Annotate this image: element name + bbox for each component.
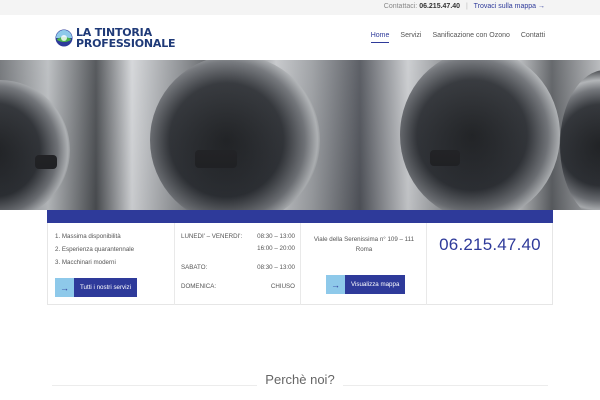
services-button[interactable]: → Tutti i nostri servizi (55, 278, 137, 297)
map-button[interactable]: → Visualizza mappa (326, 275, 406, 294)
list-item: 1. Massima disponibilità (55, 233, 121, 240)
section-title-text: Perchè noi? (257, 372, 343, 387)
hero-image (0, 60, 600, 210)
section-title: Perchè noi? (0, 372, 600, 387)
phone-number[interactable]: 06.215.47.40 (427, 235, 553, 255)
top-separator: | (466, 3, 468, 10)
nav-servizi[interactable]: Servizi (400, 32, 421, 43)
hours-row: SABATO: 08:30 – 13:00 (181, 264, 295, 276)
hours-row: DOMENICA: CHIUSO (181, 283, 295, 295)
address: Viale della Serenissima n° 109 – 111 Rom… (301, 235, 427, 255)
hours-day: SABATO: (181, 264, 208, 271)
info-address: Viale della Serenissima n° 109 – 111 Rom… (301, 223, 427, 305)
info-features: 1. Massima disponibilità 2. Esperienza q… (48, 223, 175, 305)
services-button-label: Tutti i nostri servizi (74, 278, 137, 297)
top-phone[interactable]: 06.215.47.40 (419, 3, 460, 10)
site-header: LA TINTORIA PROFESSIONALE Home Servizi S… (0, 15, 600, 60)
top-contact: Contattaci: 06.215.47.40 | Trovaci sulla… (384, 3, 545, 10)
hours-day: DOMENICA: (181, 283, 217, 290)
main-nav: Home Servizi Sanificazione con Ozono Con… (370, 32, 545, 43)
arrow-right-icon: → (55, 278, 74, 297)
hero-overlay (0, 60, 600, 210)
hours-time: 08:30 – 13:00 (257, 264, 295, 271)
top-bar: Contattaci: 06.215.47.40 | Trovaci sulla… (0, 0, 600, 15)
address-line1: Viale della Serenissima n° 109 – 111 (313, 236, 415, 243)
list-item: 2. Esperienza quarantennale (55, 246, 135, 253)
contact-label: Contattaci: (383, 3, 418, 10)
hours-row: 16:00 – 20:00 (181, 245, 295, 257)
site-logo[interactable]: LA TINTORIA PROFESSIONALE (55, 25, 185, 51)
hours-time: 08:30 – 13:00 (257, 233, 295, 240)
logo-line2: PROFESSIONALE (76, 37, 176, 50)
list-item: 3. Macchinari moderni (55, 259, 116, 266)
hours-time: 16:00 – 20:00 (257, 245, 295, 252)
address-line2: Roma (355, 246, 373, 253)
nav-home[interactable]: Home (370, 32, 390, 43)
hours-day: LUNEDI' – VENERDI': (181, 233, 243, 240)
hours-time: CHIUSO (270, 283, 295, 290)
info-box: 1. Massima disponibilità 2. Esperienza q… (47, 223, 553, 305)
logo-icon (55, 29, 73, 47)
nav-contatti[interactable]: Contatti (521, 32, 545, 43)
info-hours: LUNEDI' – VENERDI': 08:30 – 13:00 16:00 … (175, 223, 301, 305)
info-phone: 06.215.47.40 (427, 223, 553, 305)
map-link[interactable]: Trovaci sulla mappa → (474, 3, 545, 10)
arrow-right-icon: → (326, 275, 345, 294)
features-list: 1. Massima disponibilità 2. Esperienza q… (55, 233, 134, 272)
info-bar-header (47, 210, 553, 223)
map-button-label: Visualizza mappa (345, 275, 406, 294)
hours-row: LUNEDI' – VENERDI': 08:30 – 13:00 (181, 233, 295, 245)
opening-hours: LUNEDI' – VENERDI': 08:30 – 13:00 16:00 … (181, 233, 295, 295)
nav-sanificazione[interactable]: Sanificazione con Ozono (432, 32, 509, 43)
